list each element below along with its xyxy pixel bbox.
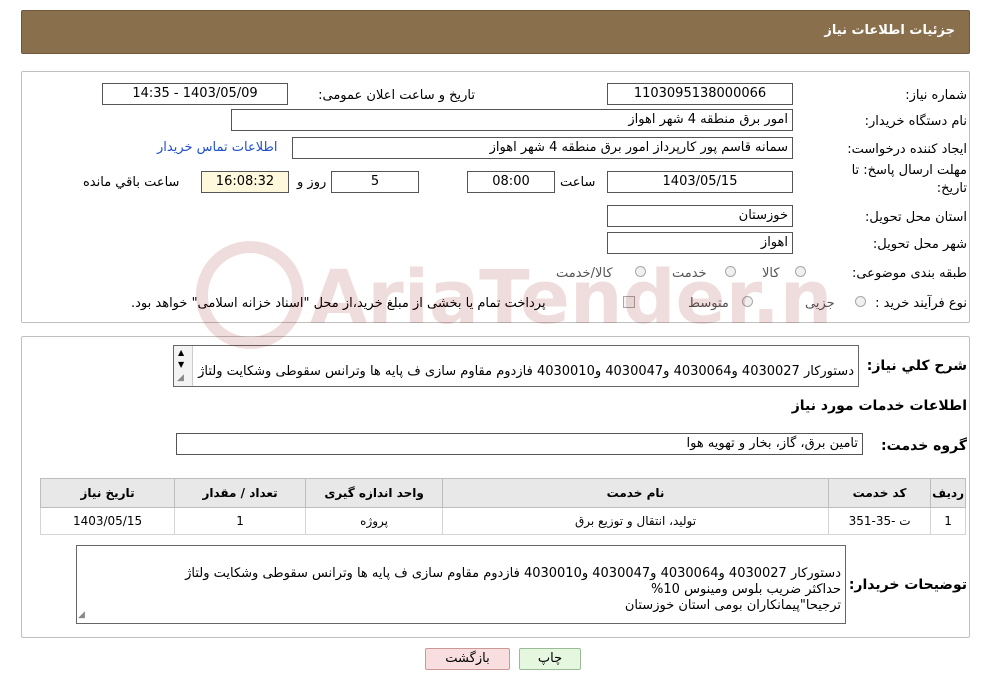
col-code: کد خدمت: [827, 478, 932, 508]
deadline-label-date: تاریخ:: [936, 181, 967, 196]
cell-unit: پروژه: [305, 507, 444, 535]
deadline-date-field[interactable]: 1403/05/15: [607, 171, 793, 193]
announce-field[interactable]: 1403/05/09 - 14:35: [102, 83, 288, 105]
cell-name: تولید، انتقال و توزیع برق: [442, 507, 829, 535]
cell-qty: 1: [174, 507, 307, 535]
category-goods-service-label: کالا/خدمت: [556, 266, 613, 281]
deadline-label: مهلت ارسال پاسخ: تا: [851, 163, 967, 178]
print-button[interactable]: چاپ: [519, 648, 581, 670]
deadline-time-label: ساعت: [560, 175, 596, 190]
process-minor-label: جزیی: [805, 296, 835, 311]
cell-row: 1: [930, 507, 966, 535]
scroll-up-icon: ▲: [178, 348, 185, 357]
page-title: جزئیات اطلاعات نیاز: [824, 23, 955, 38]
days-label: روز و: [297, 175, 327, 190]
announce-label: تاریخ و ساعت اعلان عمومی:: [318, 88, 475, 103]
category-goods-service-radio[interactable]: [635, 266, 646, 277]
buyer-org-label: نام دستگاه خریدار:: [864, 114, 967, 129]
remaining-label: ساعت باقي مانده: [83, 175, 180, 190]
service-group-label: گروه خدمت:: [881, 438, 967, 454]
buyer-notes-text: دستورکار 4030027 و4030064 و4030047 و4030…: [185, 566, 841, 613]
resize-grip-icon: ◢: [177, 373, 184, 383]
buyer-notes-textarea[interactable]: دستورکار 4030027 و4030064 و4030047 و4030…: [76, 545, 846, 624]
category-goods-radio[interactable]: [795, 266, 806, 277]
summary-text: دستورکار 4030027 و4030064 و4030047 و4030…: [198, 364, 854, 379]
buyer-notes-label: توضيحات خريدار:: [848, 577, 967, 593]
col-name: نام خدمت: [442, 478, 829, 508]
process-medium-label: متوسط: [688, 296, 729, 311]
cell-date: 1403/05/15: [39, 507, 176, 535]
buyer-org-field[interactable]: امور برق منطقه 4 شهر اهواز: [231, 109, 793, 131]
services-table: رديف کد خدمت نام خدمت واحد اندازه گيری ت…: [39, 478, 966, 535]
cell-code: ت -35-351: [827, 507, 932, 535]
table-header-row: رديف کد خدمت نام خدمت واحد اندازه گيری ت…: [39, 478, 966, 508]
category-goods-label: کالا: [762, 266, 780, 281]
remaining-time-field[interactable]: 16:08:32: [201, 171, 289, 193]
province-label: استان محل تحویل:: [865, 210, 967, 225]
summary-scrollbar[interactable]: ▲ ▼ ◢: [174, 346, 193, 386]
service-group-field[interactable]: تامین برق، گاز، بخار و تهویه هوا: [176, 433, 863, 455]
process-medium-radio[interactable]: [742, 296, 753, 307]
col-unit: واحد اندازه گيری: [305, 478, 444, 508]
need-number-field[interactable]: 1103095138000066: [607, 83, 793, 105]
creator-label: ایجاد کننده درخواست:: [847, 142, 967, 157]
back-button[interactable]: بازگشت: [425, 648, 510, 670]
summary-label: شرح کلي نياز:: [866, 358, 967, 374]
need-number-label: شماره نیاز:: [905, 88, 967, 103]
creator-field[interactable]: سمانه قاسم پور کارپرداز امور برق منطقه 4…: [292, 137, 793, 159]
treasury-payment-note: پرداخت تمام یا بخشی از مبلغ خرید،از محل …: [131, 296, 546, 311]
services-heading: اطلاعات خدمات مورد نياز: [791, 398, 967, 414]
process-minor-radio[interactable]: [855, 296, 866, 307]
table-row: 1 ت -35-351 تولید، انتقال و توزیع برق پر…: [39, 507, 966, 535]
city-field[interactable]: اهواز: [607, 232, 793, 254]
process-label: نوع فرآیند خرید :: [875, 296, 967, 311]
summary-textarea[interactable]: دستورکار 4030027 و4030064 و4030047 و4030…: [173, 345, 859, 387]
notes-resize-grip-icon[interactable]: ◢: [78, 610, 85, 620]
treasury-payment-checkbox[interactable]: [623, 296, 635, 308]
days-field[interactable]: 5: [331, 171, 419, 193]
province-field[interactable]: خوزستان: [607, 205, 793, 227]
buyer-contact-link[interactable]: اطلاعات تماس خریدار: [157, 140, 277, 155]
category-label: طبقه بندی موضوعی:: [851, 266, 967, 281]
category-service-radio[interactable]: [725, 266, 736, 277]
category-service-label: خدمت: [672, 266, 707, 281]
col-date: تاريخ نياز: [39, 478, 176, 508]
scroll-down-icon: ▼: [178, 360, 185, 369]
deadline-time-field[interactable]: 08:00: [467, 171, 555, 193]
city-label: شهر محل تحویل:: [872, 237, 967, 252]
page-header: جزئیات اطلاعات نیاز: [21, 10, 970, 54]
col-qty: تعداد / مقدار: [174, 478, 307, 508]
col-row: رديف: [930, 478, 966, 508]
